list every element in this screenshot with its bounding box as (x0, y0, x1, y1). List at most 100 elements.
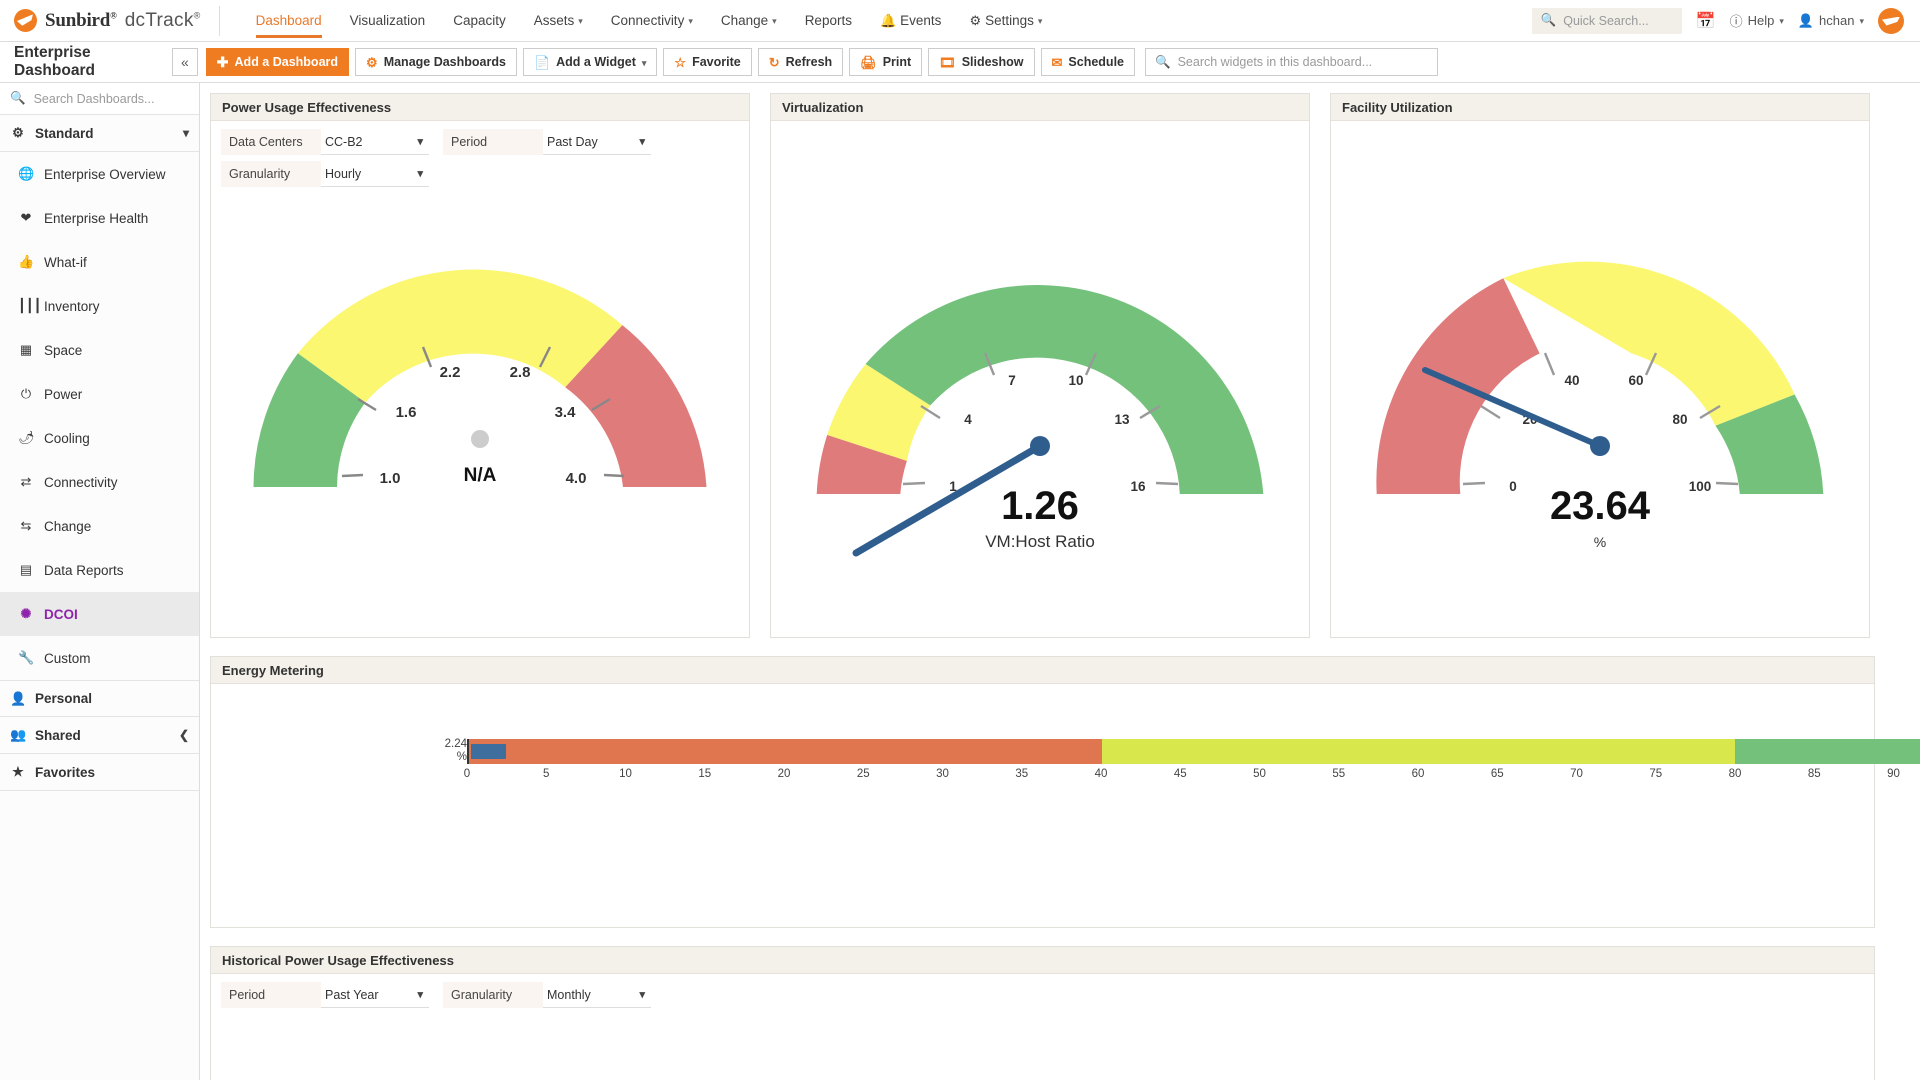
energy-bar-track (467, 739, 1920, 764)
user-icon: 👤 (1798, 13, 1814, 29)
help-label: Help (1748, 13, 1775, 28)
filter-select-period[interactable]: Past Day ▾ (543, 129, 651, 155)
chevron-down-icon: ▾ (1859, 16, 1864, 27)
sidebar-group-label: Shared (35, 728, 81, 743)
energy-value-label: 2.24 % (437, 738, 467, 764)
sidebar-item-change[interactable]: ⇆ Change (0, 504, 199, 548)
refresh-button[interactable]: ↻ Refresh (758, 48, 843, 76)
button-label: Print (883, 55, 911, 69)
widget-virtualization: Virtualization (770, 93, 1310, 638)
globe-icon: 🌐 (18, 166, 34, 182)
sidebar: 🔍 Search Dashboards... ⚙ Standard ▾ 🌐 En… (0, 83, 200, 1080)
sidebar-item-custom[interactable]: 🔧 Custom (0, 636, 199, 680)
nav-label: Visualization (350, 13, 426, 28)
calendar-icon[interactable]: 📅 (1696, 11, 1716, 31)
x-tick: 35 (1015, 768, 1028, 780)
gauge-subtitle: VM:Host Ratio (985, 532, 1095, 551)
sidebar-item-label: Change (44, 519, 91, 534)
sidebar-item-cooling[interactable]: 🌶 Cooling (0, 416, 199, 460)
cooling-icon: 🌶 (18, 430, 34, 446)
filter-select-granularity[interactable]: Monthly ▾ (543, 982, 651, 1008)
nav-item-capacity[interactable]: Capacity (439, 0, 520, 42)
star-icon: ☆ (674, 56, 686, 69)
nav-item-settings[interactable]: ⚙Settings▾ (955, 0, 1056, 42)
nav-label: Dashboard (256, 13, 322, 28)
widget-search-input[interactable]: 🔍 Search widgets in this dashboard... (1145, 48, 1438, 76)
nav-item-change[interactable]: Change▾ (707, 0, 791, 42)
gauge-tick-label-2: 1.6 (396, 404, 417, 421)
gauge-bands (817, 285, 1264, 494)
chevron-down-icon: ▾ (642, 58, 647, 69)
dashboard-search-input[interactable]: 🔍 Search Dashboards... (0, 83, 199, 115)
nav-item-connectivity[interactable]: Connectivity▾ (597, 0, 707, 42)
sidebar-item-space[interactable]: ▦ Space (0, 328, 199, 372)
filter-label-granularity: Granularity (443, 982, 543, 1008)
schedule-button[interactable]: ✉ Schedule (1041, 48, 1135, 76)
sidebar-item-label: Custom (44, 651, 91, 666)
gauge-tick-label-1: 1.0 (380, 470, 401, 487)
energy-band-yellow (1102, 739, 1735, 764)
sidebar-item-dcoi[interactable]: ✺ DCOI (0, 592, 199, 636)
quick-search-input[interactable]: 🔍 Quick Search... (1532, 8, 1682, 34)
x-tick: 15 (698, 768, 711, 780)
energy-band-green (1735, 739, 1920, 764)
exchange-icon: ⇆ (18, 518, 34, 534)
main-nav: Dashboard Visualization Capacity Assets▾… (242, 0, 1057, 42)
filter-value: Past Year (325, 988, 379, 1002)
sidebar-item-enterprise-health[interactable]: ❤ Enterprise Health (0, 196, 199, 240)
filter-select-granularity[interactable]: Hourly ▾ (321, 161, 429, 187)
x-tick: 25 (857, 768, 870, 780)
add-dashboard-button[interactable]: ✚ Add a Dashboard (206, 48, 349, 76)
add-widget-button[interactable]: 📄 Add a Widget ▾ (523, 48, 657, 76)
favorite-button[interactable]: ☆ Favorite (663, 48, 751, 76)
nav-label: Reports (805, 13, 852, 28)
slideshow-button[interactable]: 🎞 Slideshow (928, 48, 1034, 76)
sidebar-group-personal[interactable]: 👤 Personal (0, 680, 199, 717)
sidebar-group-favorites[interactable]: ★ Favorites (0, 754, 199, 791)
film-icon: 🎞 (939, 56, 956, 69)
sidebar-group-label: Personal (35, 691, 92, 706)
sidebar-item-enterprise-overview[interactable]: 🌐 Enterprise Overview (0, 152, 199, 196)
gauge-tick-label-16: 16 (1130, 479, 1146, 494)
page-title: Enterprise Dashboard (14, 44, 172, 80)
nav-item-events[interactable]: 🔔Events (866, 0, 955, 42)
sidebar-group-standard[interactable]: ⚙ Standard ▾ (0, 115, 199, 152)
filter-select-data-centers[interactable]: CC-B2 ▾ (321, 129, 429, 155)
dashboard-toolbar: Enterprise Dashboard « ✚ Add a Dashboard… (0, 42, 1920, 83)
nav-item-reports[interactable]: Reports (791, 0, 866, 42)
filter-value: Past Day (547, 135, 598, 149)
print-button[interactable]: 🖨 Print (849, 48, 922, 76)
user-icon: 👤 (10, 691, 26, 707)
barcode-icon: ┃┃┃ (18, 298, 34, 314)
gauge-value: 23.64 (1550, 484, 1651, 528)
button-label: Favorite (692, 55, 741, 69)
energy-chart: 0 5 10 15 20 25 30 35 40 45 50 55 60 65 (467, 739, 1920, 788)
nav-item-visualization[interactable]: Visualization (336, 0, 440, 42)
dashboard-main: Power Usage Effectiveness Data Centers C… (200, 83, 1920, 1080)
user-menu[interactable]: 👤 hchan ▾ (1798, 13, 1864, 29)
chevron-down-icon: ▾ (417, 167, 423, 180)
search-icon: 🔍 (1155, 55, 1171, 70)
nav-item-dashboard[interactable]: Dashboard (242, 0, 336, 42)
nav-item-assets[interactable]: Assets▾ (520, 0, 597, 42)
sidebar-item-connectivity[interactable]: ⇄ Connectivity (0, 460, 199, 504)
collapse-sidebar-button[interactable]: « (172, 48, 198, 76)
sidebar-item-what-if[interactable]: 👍 What-if (0, 240, 199, 284)
avatar[interactable] (1878, 8, 1904, 34)
x-tick: 30 (936, 768, 949, 780)
sidebar-item-data-reports[interactable]: ▤ Data Reports (0, 548, 199, 592)
gauge-tick-label-3: 2.2 (440, 364, 461, 381)
sidebar-item-inventory[interactable]: ┃┃┃ Inventory (0, 284, 199, 328)
x-tick: 70 (1570, 768, 1583, 780)
filter-select-period[interactable]: Past Year ▾ (321, 982, 429, 1008)
brand-logo-area[interactable]: Sunbird® dcTrack® (14, 9, 219, 32)
product-name: dcTrack® (125, 10, 201, 32)
help-menu[interactable]: ⓘ Help ▾ (1730, 11, 1784, 30)
x-tick: 80 (1729, 768, 1742, 780)
sidebar-item-power[interactable]: ⏻ Power (0, 372, 199, 416)
filter-label-period: Period (443, 129, 543, 155)
manage-dashboards-button[interactable]: ⚙ Manage Dashboards (355, 48, 517, 76)
chevron-down-icon: ▾ (417, 988, 423, 1001)
sidebar-group-shared[interactable]: 👥 Shared ❮ (0, 717, 199, 754)
gauge-tick-label-4: 2.8 (510, 364, 531, 381)
